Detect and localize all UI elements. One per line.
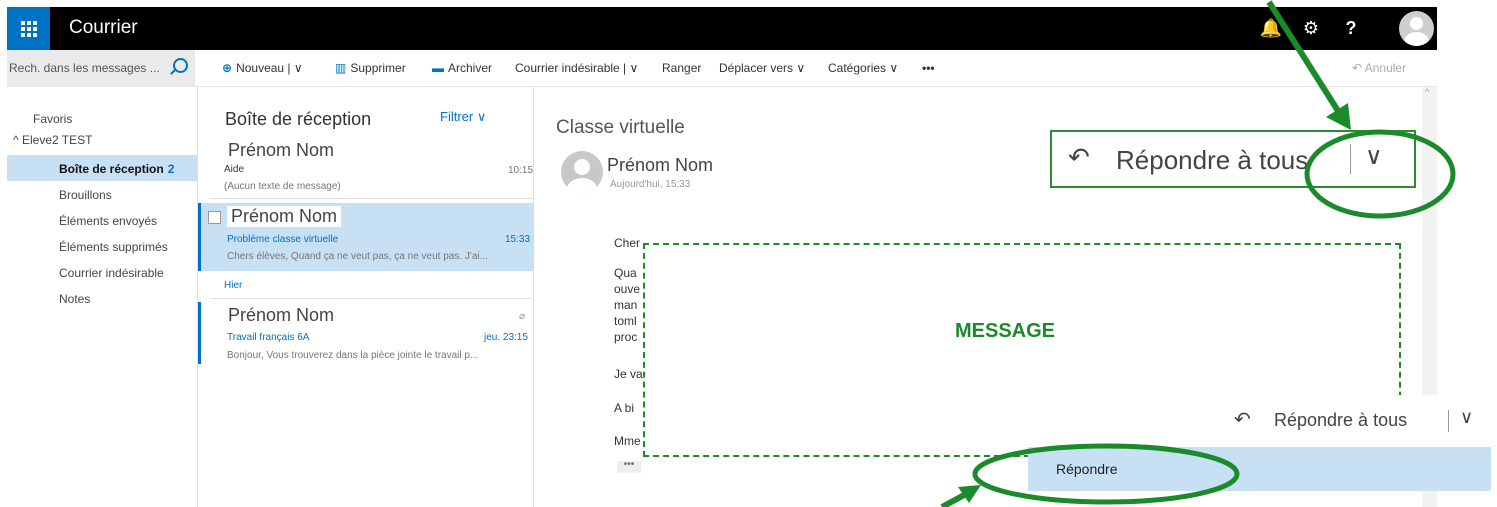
message-sender: Prénom Nom [228, 140, 335, 160]
more-icon[interactable]: ••• [922, 61, 935, 75]
bell-icon[interactable]: 🔔 [1252, 7, 1290, 50]
sidebar-item-notes[interactable]: Notes [59, 292, 90, 306]
expand-message-button[interactable]: ••• [617, 460, 641, 473]
body-text: ouve [614, 282, 641, 296]
folder-pane: Favoris ^ Eleve2 TEST Boîte de réception… [7, 87, 198, 507]
search-box[interactable]: Rech. dans les messages ... [7, 50, 195, 86]
menu-item-reply[interactable]: Répondre [1028, 447, 1491, 491]
message-time: 10:15 [508, 165, 534, 176]
body-text: toml [614, 314, 637, 328]
list-title: Boîte de réception [225, 109, 372, 129]
message-annotation-label: MESSAGE [955, 320, 1056, 342]
body-text: Cher [614, 236, 641, 250]
chevron-down-icon[interactable]: ∨ [630, 61, 639, 75]
search-input[interactable]: Rech. dans les messages ... [9, 61, 160, 75]
divider [1448, 410, 1449, 432]
list-item[interactable]: Prénom Nom ⌀ Travail français 6A jeu. 23… [198, 302, 536, 364]
account-node[interactable]: ^ Eleve2 TEST [13, 133, 92, 147]
chevron-up-icon: ^ [13, 133, 19, 147]
message-preview: Chers élèves, Quand ça ne veut pas, ça n… [227, 251, 488, 262]
message-subject: Problème classe virtuelle [227, 234, 339, 245]
message-sender: Prénom Nom [228, 305, 335, 325]
body-text: Je va [614, 367, 643, 381]
chevron-down-icon: ∨ [889, 61, 899, 75]
body-text: proc [614, 330, 638, 344]
gear-icon[interactable]: ⚙ [1292, 7, 1330, 50]
body-text: man [614, 298, 638, 312]
message-sender: Prénom Nom [227, 206, 342, 227]
unread-badge: 2 [167, 162, 175, 176]
reply-all-icon: ↶ [1234, 409, 1251, 431]
scroll-up-icon[interactable]: ^ [1425, 87, 1429, 97]
sidebar-item-sent[interactable]: Éléments envoyés [59, 214, 157, 228]
search-icon[interactable] [173, 58, 188, 73]
command-bar: Rech. dans les messages ... ⊕ Nouveau | ∨… [7, 50, 1437, 87]
sidebar-item-junk[interactable]: Courrier indésirable [59, 266, 164, 280]
move-to-button[interactable]: Déplacer vers ∨ [719, 61, 805, 75]
divider [1350, 144, 1351, 174]
archive-button[interactable]: ▬ Archiver [432, 61, 492, 75]
sender-name[interactable]: Prénom Nom [607, 155, 713, 176]
filter-button[interactable]: Filtrer ∨ [440, 109, 486, 125]
reply-all-label: Répondre à tous [1274, 410, 1408, 430]
body-text: Mme [614, 434, 641, 448]
divider [210, 298, 533, 299]
message-time: jeu. 23:15 [484, 332, 528, 343]
body-text: A bi [614, 401, 635, 415]
undo-button[interactable]: ↶ Annuler [1352, 61, 1406, 75]
select-checkbox[interactable] [208, 211, 221, 224]
list-item[interactable]: Prénom Nom Problème classe virtuelle 15:… [198, 203, 536, 271]
app-launcher-button[interactable] [7, 7, 50, 50]
help-icon[interactable]: ? [1332, 7, 1370, 50]
message-date: Aujourd'hui, 15:33 [610, 179, 691, 190]
message-subject: Travail français 6A [227, 332, 310, 343]
new-button[interactable]: ⊕ Nouveau | ∨ [222, 61, 303, 75]
chevron-down-icon: ∨ [796, 61, 806, 75]
categories-button[interactable]: Catégories ∨ [828, 61, 898, 75]
reply-all-button-zoomed[interactable]: ↶ Répondre à tous ∨ [1050, 130, 1416, 188]
undo-icon: ↶ [1352, 61, 1363, 75]
reply-all-button[interactable]: ↶ Répondre à tous ∨ [1222, 395, 1491, 447]
sidebar-item-deleted[interactable]: Éléments supprimés [59, 240, 168, 254]
message-list: Boîte de réception Filtrer ∨ Prénom Nom … [198, 87, 536, 507]
trash-icon: ▥ [335, 61, 347, 75]
delete-button[interactable]: ▥ Supprimer [335, 61, 406, 75]
group-header: Hier [224, 280, 243, 291]
sidebar-item-inbox[interactable]: Boîte de réception 2 [59, 162, 174, 176]
waffle-icon [20, 20, 37, 37]
app-title: Courrier [69, 17, 138, 38]
message-preview: (Aucun texte de message) [224, 181, 341, 192]
message-subject: Aide [224, 164, 245, 175]
sidebar-item-drafts[interactable]: Brouillons [59, 188, 112, 202]
chevron-down-icon[interactable]: ∨ [294, 61, 303, 75]
sender-avatar [561, 151, 603, 193]
message-preview: Bonjour, Vous trouverez dans la pièce jo… [227, 350, 479, 361]
reply-all-icon: ↶ [1068, 142, 1090, 172]
plus-icon: ⊕ [222, 61, 233, 75]
sweep-button[interactable]: Ranger [662, 61, 701, 75]
chevron-down-icon: ∨ [476, 109, 487, 124]
message-title: Classe virtuelle [556, 117, 685, 138]
message-time: 15:33 [505, 234, 531, 245]
reply-all-label: Répondre à tous [1116, 145, 1309, 175]
body-text: Qua [614, 266, 637, 280]
archive-icon: ▬ [432, 61, 444, 75]
divider [210, 198, 533, 199]
top-bar: Courrier 🔔 ⚙ ? [7, 7, 1437, 50]
junk-button[interactable]: Courrier indésirable | ∨ [515, 61, 638, 75]
chevron-down-icon[interactable]: ∨ [1365, 142, 1383, 171]
list-item[interactable]: Prénom Nom Aide 10:15 (Aucun texte de me… [198, 139, 533, 195]
chevron-down-icon[interactable]: ∨ [1460, 407, 1473, 428]
favorites-header[interactable]: Favoris [33, 112, 72, 126]
user-avatar[interactable] [1399, 11, 1434, 46]
attachment-icon: ⌀ [519, 311, 526, 322]
